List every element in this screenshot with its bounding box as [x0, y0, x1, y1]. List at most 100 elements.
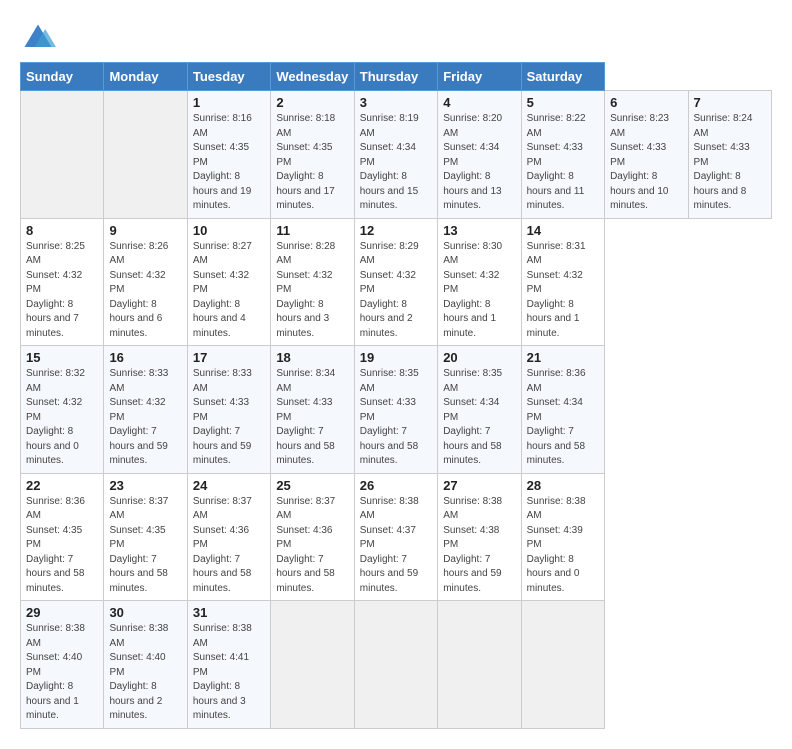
- day-detail: Sunrise: 8:23 AMSunset: 4:33 PMDaylight:…: [610, 112, 682, 214]
- day-detail: Sunrise: 8:27 AMSunset: 4:32 PMDaylight:…: [193, 240, 265, 342]
- day-number: 5: [527, 95, 599, 110]
- day-header-wednesday: Wednesday: [271, 63, 354, 91]
- calendar-cell: 9 Sunrise: 8:26 AMSunset: 4:32 PMDaylight…: [104, 218, 187, 346]
- day-number: 14: [527, 223, 599, 238]
- day-detail: Sunrise: 8:36 AMSunset: 4:34 PMDaylight:…: [527, 367, 599, 469]
- day-detail: Sunrise: 8:33 AMSunset: 4:33 PMDaylight:…: [193, 367, 265, 469]
- calendar-cell: 22Sunrise: 8:36 AMSunset: 4:35 PMDayligh…: [21, 473, 104, 601]
- day-number: 8: [26, 223, 98, 238]
- calendar-cell: [271, 601, 354, 729]
- day-number: 25: [276, 478, 348, 493]
- calendar-cell: 12Sunrise: 8:29 AMSunset: 4:32 PMDayligh…: [354, 218, 437, 346]
- day-number: 6: [610, 95, 682, 110]
- day-detail: Sunrise: 8:35 AMSunset: 4:34 PMDaylight:…: [443, 367, 515, 469]
- day-number: 22: [26, 478, 98, 493]
- day-detail: Sunrise: 8:35 AMSunset: 4:33 PMDaylight:…: [360, 367, 432, 469]
- calendar-cell: 19 Sunrise: 8:35 AMSunset: 4:33 PMDayligh…: [354, 346, 437, 474]
- calendar-week-row: 1 Sunrise: 8:16 AMSunset: 4:35 PMDaylight…: [21, 91, 772, 219]
- calendar-cell: 1 Sunrise: 8:16 AMSunset: 4:35 PMDaylight…: [187, 91, 270, 219]
- day-detail: Sunrise: 8:37 AMSunset: 4:35 PMDaylight:…: [109, 495, 181, 597]
- calendar-cell: 25 Sunrise: 8:37 AMSunset: 4:36 PMDayligh…: [271, 473, 354, 601]
- day-number: 13: [443, 223, 515, 238]
- day-detail: Sunrise: 8:37 AMSunset: 4:36 PMDaylight:…: [276, 495, 348, 597]
- day-number: 11: [276, 223, 348, 238]
- day-detail: Sunrise: 8:38 AMSunset: 4:41 PMDaylight:…: [193, 622, 265, 724]
- calendar-cell: 17 Sunrise: 8:33 AMSunset: 4:33 PMDayligh…: [187, 346, 270, 474]
- calendar-cell: 29Sunrise: 8:38 AMSunset: 4:40 PMDayligh…: [21, 601, 104, 729]
- calendar-cell: 11 Sunrise: 8:28 AMSunset: 4:32 PMDayligh…: [271, 218, 354, 346]
- day-detail: Sunrise: 8:38 AMSunset: 4:38 PMDaylight:…: [443, 495, 515, 597]
- day-number: 29: [26, 605, 98, 620]
- calendar-cell: [438, 601, 521, 729]
- calendar-cell: 4 Sunrise: 8:20 AMSunset: 4:34 PMDaylight…: [438, 91, 521, 219]
- day-number: 17: [193, 350, 265, 365]
- day-detail: Sunrise: 8:34 AMSunset: 4:33 PMDaylight:…: [276, 367, 348, 469]
- day-number: 9: [109, 223, 181, 238]
- day-number: 7: [694, 95, 767, 110]
- day-detail: Sunrise: 8:28 AMSunset: 4:32 PMDaylight:…: [276, 240, 348, 342]
- day-number: 15: [26, 350, 98, 365]
- day-number: 2: [276, 95, 348, 110]
- calendar-cell: 27Sunrise: 8:38 AMSunset: 4:38 PMDayligh…: [438, 473, 521, 601]
- day-detail: Sunrise: 8:16 AMSunset: 4:35 PMDaylight:…: [193, 112, 265, 214]
- calendar-cell: 15 Sunrise: 8:32 AMSunset: 4:32 PMDayligh…: [21, 346, 104, 474]
- day-detail: Sunrise: 8:22 AMSunset: 4:33 PMDaylight:…: [527, 112, 599, 214]
- calendar-cell: 21Sunrise: 8:36 AMSunset: 4:34 PMDayligh…: [521, 346, 604, 474]
- day-number: 26: [360, 478, 432, 493]
- header: [20, 20, 772, 56]
- calendar-cell: 23 Sunrise: 8:37 AMSunset: 4:35 PMDayligh…: [104, 473, 187, 601]
- day-header-tuesday: Tuesday: [187, 63, 270, 91]
- calendar-cell: 26 Sunrise: 8:38 AMSunset: 4:37 PMDayligh…: [354, 473, 437, 601]
- calendar-cell: 20 Sunrise: 8:35 AMSunset: 4:34 PMDayligh…: [438, 346, 521, 474]
- calendar-cell: 24 Sunrise: 8:37 AMSunset: 4:36 PMDayligh…: [187, 473, 270, 601]
- day-detail: Sunrise: 8:38 AMSunset: 4:40 PMDaylight:…: [109, 622, 181, 724]
- day-detail: Sunrise: 8:30 AMSunset: 4:32 PMDaylight:…: [443, 240, 515, 342]
- day-detail: Sunrise: 8:37 AMSunset: 4:36 PMDaylight:…: [193, 495, 265, 597]
- day-detail: Sunrise: 8:26 AMSunset: 4:32 PMDaylight:…: [109, 240, 181, 342]
- logo: [20, 20, 60, 56]
- day-detail: Sunrise: 8:19 AMSunset: 4:34 PMDaylight:…: [360, 112, 432, 214]
- day-header-monday: Monday: [104, 63, 187, 91]
- day-number: 24: [193, 478, 265, 493]
- day-number: 3: [360, 95, 432, 110]
- day-number: 19: [360, 350, 432, 365]
- calendar-cell: 6 Sunrise: 8:23 AMSunset: 4:33 PMDaylight…: [605, 91, 688, 219]
- day-detail: Sunrise: 8:32 AMSunset: 4:32 PMDaylight:…: [26, 367, 98, 469]
- day-number: 30: [109, 605, 181, 620]
- calendar-cell: 3 Sunrise: 8:19 AMSunset: 4:34 PMDaylight…: [354, 91, 437, 219]
- day-number: 23: [109, 478, 181, 493]
- day-header-friday: Friday: [438, 63, 521, 91]
- day-detail: Sunrise: 8:38 AMSunset: 4:37 PMDaylight:…: [360, 495, 432, 597]
- day-number: 18: [276, 350, 348, 365]
- calendar-cell: [521, 601, 604, 729]
- calendar-table: SundayMondayTuesdayWednesdayThursdayFrid…: [20, 62, 772, 729]
- day-number: 28: [527, 478, 599, 493]
- day-number: 12: [360, 223, 432, 238]
- calendar-cell: 10Sunrise: 8:27 AMSunset: 4:32 PMDayligh…: [187, 218, 270, 346]
- day-number: 1: [193, 95, 265, 110]
- calendar-header-row: SundayMondayTuesdayWednesdayThursdayFrid…: [21, 63, 772, 91]
- calendar-cell: 30 Sunrise: 8:38 AMSunset: 4:40 PMDayligh…: [104, 601, 187, 729]
- calendar-cell: 18 Sunrise: 8:34 AMSunset: 4:33 PMDayligh…: [271, 346, 354, 474]
- calendar-week-row: 8Sunrise: 8:25 AMSunset: 4:32 PMDaylight…: [21, 218, 772, 346]
- calendar-cell: 8Sunrise: 8:25 AMSunset: 4:32 PMDaylight…: [21, 218, 104, 346]
- day-number: 4: [443, 95, 515, 110]
- calendar-cell: 16 Sunrise: 8:33 AMSunset: 4:32 PMDayligh…: [104, 346, 187, 474]
- day-detail: Sunrise: 8:33 AMSunset: 4:32 PMDaylight:…: [109, 367, 181, 469]
- day-detail: Sunrise: 8:20 AMSunset: 4:34 PMDaylight:…: [443, 112, 515, 214]
- empty-cell: [21, 91, 104, 219]
- day-detail: Sunrise: 8:24 AMSunset: 4:33 PMDaylight:…: [694, 112, 767, 214]
- calendar-cell: 28Sunrise: 8:38 AMSunset: 4:39 PMDayligh…: [521, 473, 604, 601]
- calendar-cell: 14Sunrise: 8:31 AMSunset: 4:32 PMDayligh…: [521, 218, 604, 346]
- day-number: 20: [443, 350, 515, 365]
- day-header-thursday: Thursday: [354, 63, 437, 91]
- calendar-body: 1 Sunrise: 8:16 AMSunset: 4:35 PMDaylight…: [21, 91, 772, 729]
- calendar-cell: [354, 601, 437, 729]
- calendar-week-row: 22Sunrise: 8:36 AMSunset: 4:35 PMDayligh…: [21, 473, 772, 601]
- calendar-week-row: 29 Sunrise: 8:38 AMSunset: 4:40 PMDayligh…: [21, 601, 772, 729]
- calendar-cell: 7 Sunrise: 8:24 AMSunset: 4:33 PMDaylight…: [688, 91, 772, 219]
- calendar-cell: 5 Sunrise: 8:22 AMSunset: 4:33 PMDaylight…: [521, 91, 604, 219]
- calendar-week-row: 15 Sunrise: 8:32 AMSunset: 4:32 PMDayligh…: [21, 346, 772, 474]
- logo-icon: [20, 20, 56, 56]
- day-number: 16: [109, 350, 181, 365]
